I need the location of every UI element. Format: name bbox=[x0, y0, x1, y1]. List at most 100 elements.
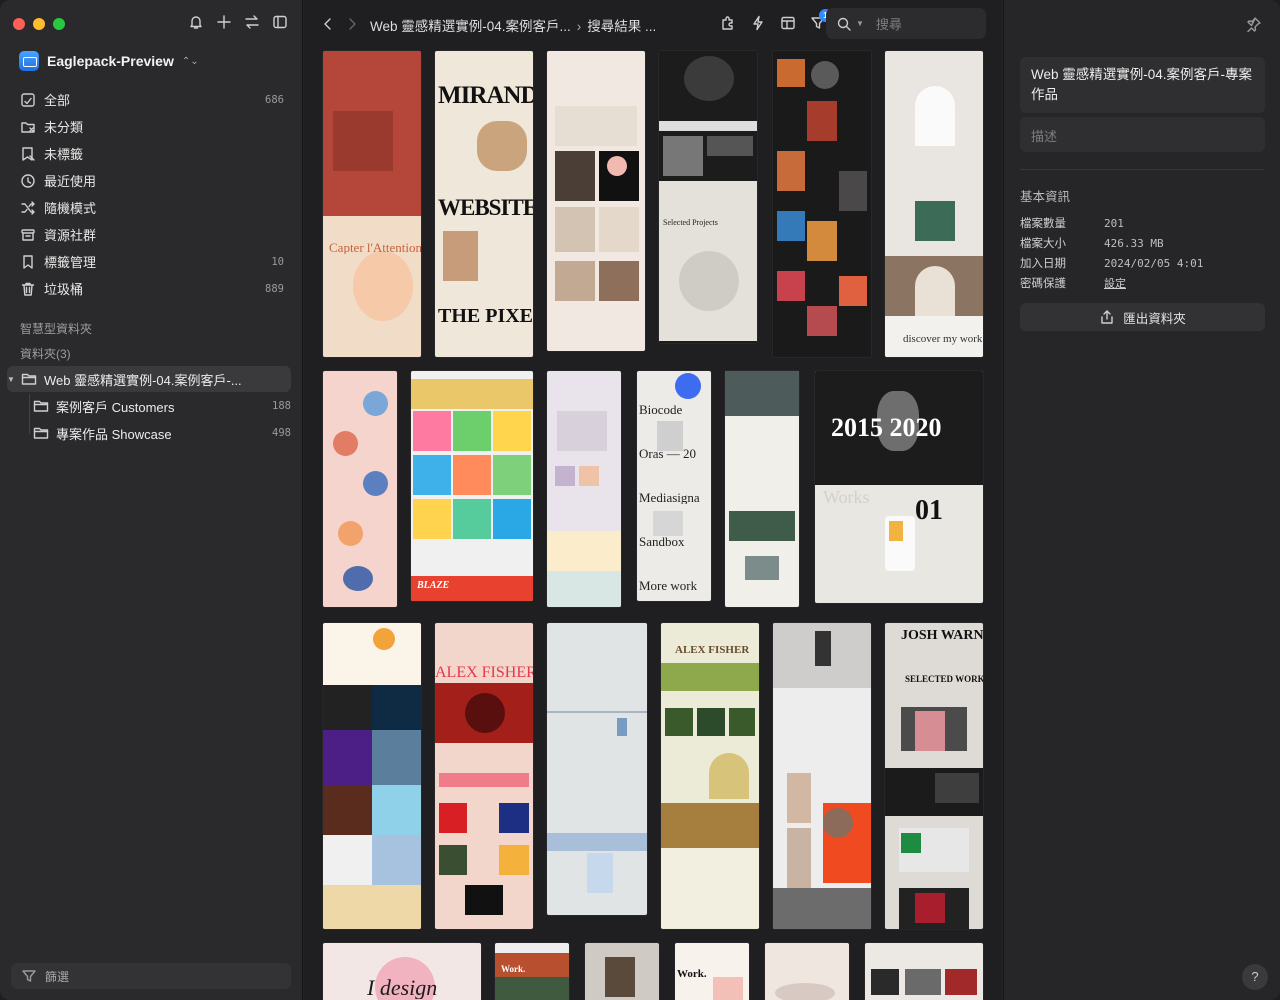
sidebar-toggle-icon[interactable] bbox=[272, 14, 288, 30]
sidebar-item-all[interactable]: 全部 686 bbox=[10, 86, 292, 113]
thumbnail-text: Capter l'Attention bbox=[329, 241, 421, 254]
thumbnail-item[interactable]: ALEX FISHER bbox=[435, 623, 533, 929]
folder-icon bbox=[33, 425, 49, 441]
sidebar-item-tags[interactable]: 標籤管理 10 bbox=[10, 248, 292, 275]
info-value: 2024/02/05 4:01 bbox=[1104, 256, 1204, 270]
divider bbox=[1020, 169, 1264, 170]
help-button[interactable]: ? bbox=[1242, 964, 1268, 990]
folder-title-field[interactable]: Web 靈感精選實例-04.案例客戶-專案作品 bbox=[1020, 57, 1265, 113]
search-input[interactable]: ▼ 搜尋 bbox=[826, 8, 986, 39]
thumbnail-item[interactable]: Biocode Oras — 20 Mediasigna Sandbox Mor… bbox=[637, 371, 711, 601]
thumbnail-grid: Capter l'Attention MIRANDA WEBSITE THE P… bbox=[304, 48, 1002, 1000]
description-field[interactable]: 描述 bbox=[1020, 117, 1265, 152]
thumbnail-item[interactable]: MIRANDA WEBSITE THE PIXEL bbox=[435, 51, 533, 357]
sidebar-item-community[interactable]: 資源社群 bbox=[10, 221, 292, 248]
plugin-icon[interactable] bbox=[720, 15, 736, 31]
thumbnail-item[interactable] bbox=[773, 51, 871, 357]
info-key: 檔案數量 bbox=[1020, 218, 1066, 230]
thumbnail-item[interactable] bbox=[547, 623, 647, 915]
bell-icon[interactable] bbox=[188, 14, 204, 30]
thumbnail-item[interactable]: JOSH WARNER SELECTED WORKS bbox=[885, 623, 983, 929]
password-settings-link[interactable]: 設定 bbox=[1104, 275, 1126, 291]
sidebar-item-random[interactable]: 隨機模式 bbox=[10, 194, 292, 221]
thumbnail-text: 01 bbox=[915, 497, 943, 525]
sidebar-item-label: 未標籤 bbox=[44, 147, 84, 162]
sidebar-item-uncategorized[interactable]: 未分類 bbox=[10, 113, 292, 140]
add-icon[interactable] bbox=[216, 14, 232, 30]
thumbnail-text: Mediasigna bbox=[639, 491, 700, 504]
folders-heading[interactable]: 資料夾(3) bbox=[20, 345, 71, 362]
sidebar-filter-input[interactable]: 篩選 bbox=[11, 963, 291, 989]
thumbnail-item[interactable] bbox=[765, 943, 849, 1000]
library-switcher[interactable]: Eaglepack-Preview ⌃⌄ bbox=[19, 50, 288, 72]
thumbnail-item[interactable] bbox=[865, 943, 983, 1000]
thumbnail-item[interactable]: I design bbox=[323, 943, 481, 1000]
folder-item-web-inspiration[interactable]: ▼ Web 靈感精選實例-04.案例客戶-... bbox=[7, 366, 291, 392]
thumbnail-item[interactable]: 2015 2020 Works 01 bbox=[815, 371, 983, 603]
folder-icon bbox=[21, 371, 37, 387]
library-icon bbox=[19, 51, 39, 71]
folder-item-customers[interactable]: 案例客戶 Customers 188 bbox=[33, 393, 291, 419]
item-count: 686 bbox=[265, 93, 284, 106]
thumbnail-text: JOSH WARNER bbox=[901, 629, 983, 643]
minimize-window-button[interactable] bbox=[33, 18, 45, 30]
chevron-down-icon[interactable]: ▼ bbox=[856, 19, 864, 28]
thumbnail-text: BLAZE bbox=[417, 581, 450, 591]
window-controls bbox=[13, 18, 65, 30]
untagged-icon bbox=[20, 146, 36, 162]
breadcrumb: Web 靈感精選實例-04.案例客戶... › 搜尋結果 ... bbox=[370, 15, 656, 35]
info-row-password: 密碼保護 設定 bbox=[1020, 273, 1265, 293]
thumbnail-text: Work. bbox=[501, 965, 526, 974]
thumbnail-item[interactable] bbox=[323, 371, 397, 607]
breadcrumb-folder[interactable]: Web 靈感精選實例-04.案例客戶... bbox=[370, 19, 571, 34]
action-icon[interactable] bbox=[750, 15, 766, 31]
sidebar-item-trash[interactable]: 垃圾桶 889 bbox=[10, 275, 292, 302]
thumbnail-item[interactable]: ALEX FISHER bbox=[661, 623, 759, 929]
sidebar: Eaglepack-Preview ⌃⌄ 全部 686 未分類 未標籤 最近使用 bbox=[0, 0, 303, 1000]
forward-icon[interactable] bbox=[344, 16, 360, 32]
info-key: 加入日期 bbox=[1020, 258, 1066, 270]
folder-label: 案例客戶 Customers bbox=[56, 399, 175, 415]
thumbnail-text: THE PIXEL bbox=[438, 306, 533, 326]
thumbnail-text: SELECTED WORKS bbox=[905, 675, 983, 684]
thumbnail-item[interactable] bbox=[773, 623, 871, 929]
sync-icon[interactable] bbox=[244, 14, 260, 30]
thumbnail-item[interactable] bbox=[323, 623, 421, 929]
back-icon[interactable] bbox=[320, 16, 336, 32]
pin-icon[interactable] bbox=[1246, 16, 1262, 32]
breadcrumb-current[interactable]: 搜尋結果 ... bbox=[587, 19, 656, 34]
thumbnail-item[interactable] bbox=[725, 371, 799, 607]
uncategorized-icon bbox=[20, 119, 36, 135]
sidebar-nav: 全部 686 未分類 未標籤 最近使用 隨機模式 資源社群 標籤管理 10 垃圾… bbox=[10, 86, 292, 302]
thumbnail-item[interactable]: Selected Projects bbox=[659, 51, 757, 343]
layout-icon[interactable] bbox=[780, 15, 796, 31]
thumbnail-item[interactable] bbox=[547, 371, 621, 607]
folder-count: 188 bbox=[272, 400, 291, 412]
filter-icon[interactable]: 1 bbox=[810, 9, 832, 31]
thumbnail-item[interactable]: Work. bbox=[675, 943, 749, 1000]
export-folder-button[interactable]: 匯出資料夾 bbox=[1020, 303, 1265, 331]
thumbnail-item[interactable]: BLAZE bbox=[411, 371, 533, 601]
thumbnail-item[interactable] bbox=[547, 51, 645, 351]
thumbnail-text: Oras — 20 bbox=[639, 447, 697, 460]
smart-folders-heading[interactable]: 智慧型資料夾 bbox=[20, 320, 92, 337]
thumbnail-item[interactable] bbox=[585, 943, 659, 1000]
folder-label: 專案作品 Showcase bbox=[56, 426, 172, 442]
thumbnail-item[interactable]: Capter l'Attention bbox=[323, 51, 421, 357]
sidebar-item-recent[interactable]: 最近使用 bbox=[10, 167, 292, 194]
info-key: 檔案大小 bbox=[1020, 238, 1066, 250]
thumbnail-item[interactable]: Work. bbox=[495, 943, 569, 1000]
sidebar-item-untagged[interactable]: 未標籤 bbox=[10, 140, 292, 167]
thumbnail-item[interactable]: discover my work bbox=[885, 51, 983, 357]
filter-icon bbox=[21, 968, 37, 984]
thumbnail-text: MIRANDA bbox=[438, 83, 533, 108]
info-key: 密碼保護 bbox=[1020, 278, 1066, 290]
community-icon bbox=[20, 227, 36, 243]
info-heading: 基本資訊 bbox=[1020, 190, 1071, 204]
folder-item-showcase[interactable]: 專案作品 Showcase 498 bbox=[33, 420, 291, 446]
close-window-button[interactable] bbox=[13, 18, 25, 30]
info-table: 檔案數量 201 檔案大小 426.33 MB 加入日期 2024/02/05 … bbox=[1020, 213, 1265, 293]
disclosure-triangle-icon[interactable]: ▼ bbox=[7, 375, 17, 384]
thumbnail-text: Work. bbox=[677, 969, 707, 980]
maximize-window-button[interactable] bbox=[53, 18, 65, 30]
